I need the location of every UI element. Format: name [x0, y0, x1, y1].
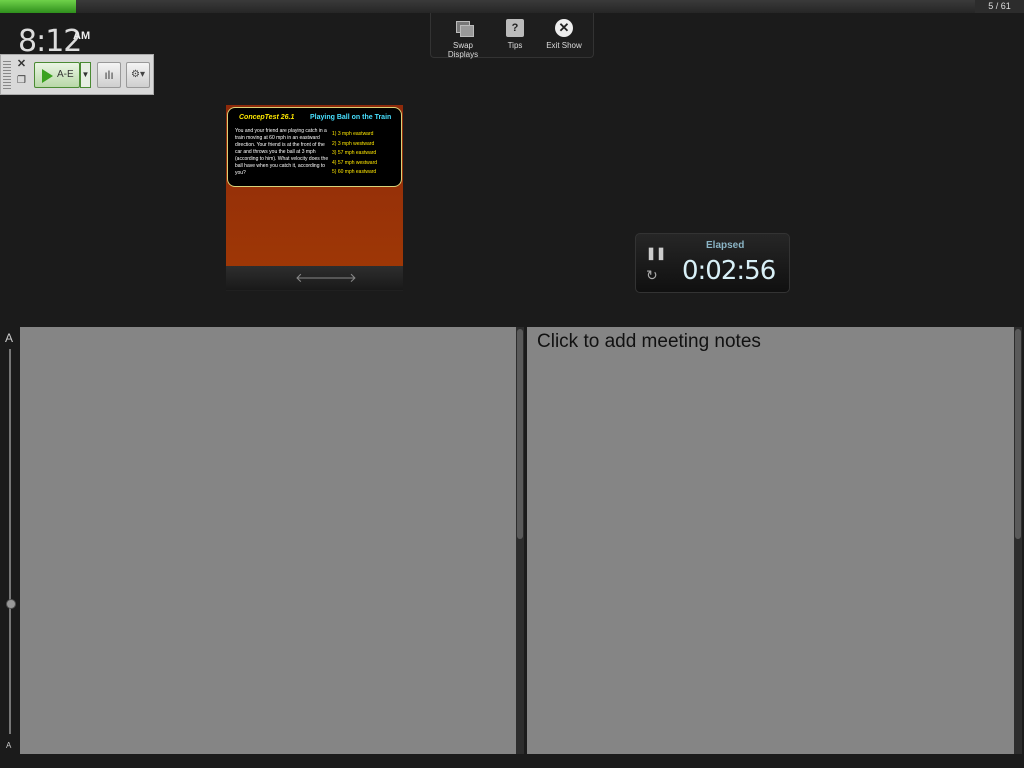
toolbar-close-button[interactable]: ✕ — [16, 59, 27, 70]
exit-icon: ✕ — [555, 19, 573, 37]
current-slide[interactable]: ConcepTest 26.1 Playing Ball on the Trai… — [226, 105, 403, 266]
slide-option: 4) 57 mph westward — [332, 159, 378, 166]
show-results-chart-button[interactable]: ılı — [97, 62, 121, 88]
slide-title: ConcepTest 26.1 — [239, 114, 295, 121]
slide-question-card: ConcepTest 26.1 Playing Ball on the Trai… — [227, 107, 402, 187]
font-size-knob[interactable] — [6, 599, 16, 609]
toolbar-copy-icon[interactable]: ❐ — [16, 75, 27, 86]
font-size-track[interactable] — [9, 349, 11, 734]
font-size-large-label: A — [5, 331, 14, 345]
left-pane-scrollbar[interactable] — [516, 327, 524, 754]
reset-timer-icon[interactable]: ↻ — [646, 267, 658, 284]
poll-type-dropdown[interactable]: ▼ — [80, 62, 91, 88]
play-icon — [42, 69, 53, 83]
exit-show-button[interactable]: ✕ Exit Show — [544, 19, 584, 50]
notes-scrollbar[interactable] — [1014, 327, 1022, 754]
polling-toolbar: ✕ ❐ A-E ▼ ılı ⚙▾ — [0, 54, 154, 95]
slide-progress-fill — [0, 0, 77, 13]
slide-navigation-bar: 🡐 🡒 — [226, 266, 403, 290]
pause-timer-icon[interactable]: ❚❚ — [646, 246, 666, 260]
start-polling-button[interactable]: A-E — [34, 62, 80, 88]
poll-type-label: A-E — [57, 69, 74, 80]
presenter-top-menu: Swap Displays ? Tips ✕ Exit Show — [430, 13, 594, 59]
slide-options: 1) 3 mph eastward 2) 3 mph westward 3) 5… — [332, 130, 377, 178]
notes-scroll-thumb[interactable] — [1015, 329, 1021, 539]
tips-label: Tips — [507, 41, 523, 50]
slide-option: 3) 57 mph eastward — [332, 150, 377, 156]
elapsed-timer: ❚❚ ↻ Elapsed 0:02:56 — [635, 233, 790, 293]
clock-ampm: AM — [73, 30, 91, 42]
left-pane-scroll-thumb[interactable] — [517, 329, 523, 539]
next-slide-pane[interactable] — [20, 327, 516, 754]
slide-option: 1) 3 mph eastward — [332, 131, 374, 137]
settings-menu-button[interactable]: ⚙▾ — [126, 62, 150, 88]
swap-displays-icon — [454, 19, 474, 37]
swap-displays-label: Swap Displays — [447, 41, 479, 59]
swap-displays-button[interactable]: Swap Displays — [440, 19, 486, 59]
font-size-small-label: A — [6, 741, 12, 750]
toolbar-drag-handle[interactable] — [3, 61, 11, 89]
meeting-notes-pane[interactable]: Click to add meeting notes — [527, 327, 1014, 754]
exit-show-label: Exit Show — [546, 41, 582, 50]
meeting-notes-placeholder[interactable]: Click to add meeting notes — [537, 331, 761, 353]
timer-value: 0:02:56 — [682, 256, 776, 286]
slide-progress-bar — [0, 0, 975, 13]
timer-label: Elapsed — [706, 240, 745, 251]
slide-option: 2) 3 mph westward — [332, 140, 375, 147]
tips-icon: ? — [506, 19, 524, 37]
tips-button[interactable]: ? Tips — [501, 19, 529, 50]
next-slide-arrow-icon[interactable]: 🡒 — [322, 270, 357, 286]
notes-font-size-slider: A A — [0, 327, 19, 754]
slide-heading: Playing Ball on the Train — [310, 114, 392, 121]
current-slide-panel: ConcepTest 26.1 Playing Ball on the Trai… — [226, 105, 403, 291]
slide-question-text: You and your friend are playing catch in… — [235, 128, 329, 176]
slide-counter: 5 / 61 — [975, 0, 1024, 13]
slide-option: 5) 60 mph eastward — [332, 169, 377, 175]
